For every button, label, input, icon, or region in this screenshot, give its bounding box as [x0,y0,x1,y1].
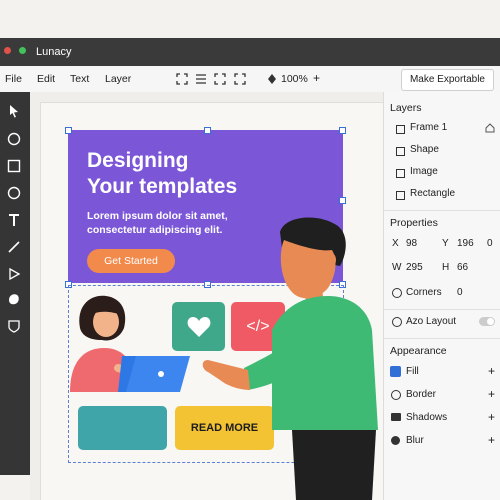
corners-input[interactable]: 0 [457,287,463,298]
appearance-row[interactable]: Fill + [390,364,495,382]
shield-icon[interactable] [7,319,21,333]
toggle-knob [487,318,494,325]
headline: Designing Your templates [87,148,237,200]
inspector-panel: Layers Frame 1 Shape Image Rectangle Pro… [383,92,500,500]
image-icon [396,169,405,178]
auto-layout-toggle[interactable] [479,317,495,326]
layer-label: Shape [410,144,439,155]
menu-text[interactable]: Text [70,73,89,85]
frame-icon [396,125,405,134]
zoom-in-button[interactable]: + [313,71,320,85]
selection-handle-tr[interactable] [339,127,346,134]
layout-icon [392,317,402,327]
properties-title: Properties [390,217,438,229]
size-row: W 295 H 66 [390,262,495,278]
fill-color-swatch[interactable] [390,366,401,377]
border-label: Border [406,389,437,400]
corners-row: Corners 0 [390,287,495,303]
align-tools [176,73,246,85]
fill-label: Fill [406,366,419,377]
h-input[interactable]: 66 [457,262,468,273]
border-icon [391,390,401,400]
title-bar: Lunacy [0,38,500,66]
w-input[interactable]: 295 [406,262,423,273]
resize-icon[interactable] [234,73,246,85]
h-label: H [442,262,450,273]
distribute-icon[interactable] [196,74,206,84]
w-label: W [392,262,402,273]
layer-row[interactable]: Image [390,166,495,182]
tool-bar [0,92,30,475]
play-icon[interactable] [7,267,21,281]
corners-icon [392,288,402,298]
corners-label: Corners [406,287,442,298]
zoom-level[interactable]: 100% [281,73,308,85]
appearance-row[interactable]: Border + [390,387,495,405]
shadow-icon [391,413,401,421]
rectangle-icon [396,191,405,200]
auto-layout-label: Azo Layout [406,316,457,327]
headline-line-2: Your templates [87,175,238,198]
oval-tool-icon[interactable] [7,132,21,146]
crop-icon[interactable] [214,73,226,85]
divider [384,210,500,211]
layer-label: Frame 1 [410,122,448,133]
app-title: Lunacy [36,46,72,58]
ruler-vertical [30,102,41,500]
teal-block[interactable] [78,406,167,450]
blur-label: Blur [406,435,424,446]
menu-file[interactable]: File [5,73,22,85]
selection-handle-tl[interactable] [65,127,72,134]
add-shadow-button[interactable]: + [488,410,495,424]
x-label: X [392,238,399,249]
layer-row[interactable]: Rectangle [390,188,495,204]
line-tool-icon[interactable] [7,240,21,254]
shadows-label: Shadows [406,412,448,423]
x-input[interactable]: 98 [406,238,417,249]
position-row: X 98 Y 196 0 [390,238,495,254]
rotation-input[interactable]: 0 [487,238,493,249]
menu-bar: File Edit Text Layer 100% + Make Exporta… [0,66,500,93]
ellipse-tool-icon[interactable] [7,186,21,200]
appearance-row[interactable]: Blur + [390,433,495,451]
y-label: Y [442,238,449,249]
y-input[interactable]: 196 [457,238,474,249]
pointer-icon[interactable] [7,104,21,118]
divider [384,338,500,339]
appearance-title: Appearance [390,345,447,357]
blob-tool-icon[interactable] [7,292,21,306]
add-fill-button[interactable]: + [488,364,495,378]
diamond-icon[interactable] [268,74,276,84]
get-started-button[interactable]: Get Started [87,249,175,273]
layer-row[interactable]: Shape [390,144,495,160]
layers-title: Layers [390,102,422,114]
auto-layout-row: Azo Layout [390,316,495,332]
selection-handle-mr[interactable] [339,197,346,204]
layer-label: Rectangle [410,188,456,199]
frame-icon[interactable] [176,73,188,85]
layer-row[interactable]: Frame 1 [390,122,495,138]
add-blur-button[interactable]: + [488,433,495,447]
text-tool-icon[interactable] [7,213,21,227]
close-window-icon[interactable] [4,47,11,54]
selection-handle-tc[interactable] [204,127,211,134]
menu-layer[interactable]: Layer [105,73,131,85]
menu-edit[interactable]: Edit [37,73,55,85]
home-icon[interactable] [485,123,495,133]
maximize-window-icon[interactable] [19,47,26,54]
headline-line-1: Designing [87,149,189,172]
rectangle-tool-icon[interactable] [7,159,21,173]
layer-label: Image [410,166,438,177]
blur-icon [391,436,400,445]
divider [384,309,500,310]
shape-icon [396,147,405,156]
make-exportable-button[interactable]: Make Exportable [400,69,494,91]
appearance-row[interactable]: Shadows + [390,410,495,428]
ruler-horizontal [30,92,383,103]
man-presenting-illustration [202,217,378,500]
add-border-button[interactable]: + [488,387,495,401]
